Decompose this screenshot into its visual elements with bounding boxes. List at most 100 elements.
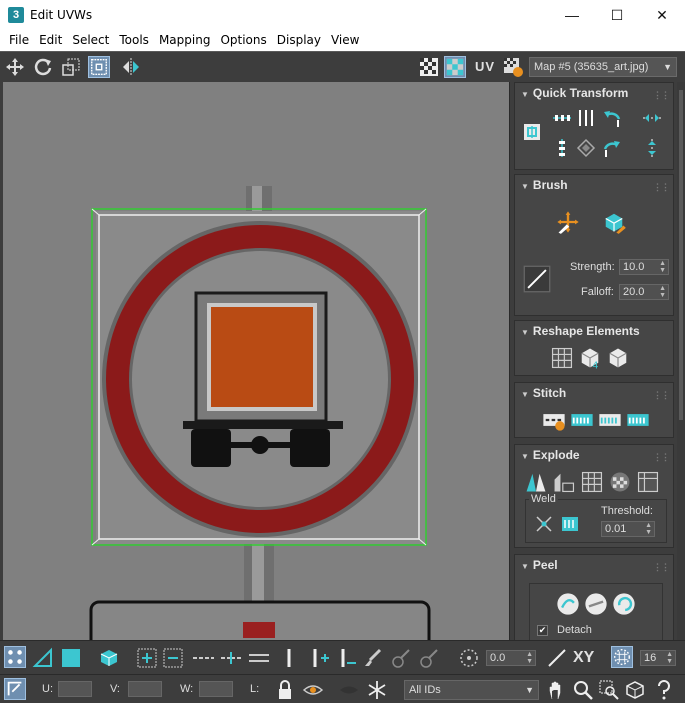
loop-select-icon[interactable] <box>192 647 214 669</box>
peel-header[interactable]: ▼ Peel ⋮⋮ <box>515 555 673 575</box>
weld-target-icon[interactable] <box>559 513 581 535</box>
straighten-selection-icon[interactable] <box>549 345 575 371</box>
show-map-button[interactable] <box>444 56 466 78</box>
minimize-button[interactable]: — <box>549 0 595 30</box>
pan-hand-icon[interactable] <box>546 679 568 701</box>
paint-select-shrink-icon[interactable] <box>418 647 440 669</box>
menu-edit[interactable]: Edit <box>34 30 67 51</box>
w-field[interactable] <box>199 681 233 697</box>
u-field[interactable] <box>58 681 92 697</box>
quick-peel-icon[interactable] <box>555 591 581 617</box>
grid-snap-button[interactable] <box>611 646 633 668</box>
spinner-arrows-icon[interactable]: ▲ ▼ <box>666 651 673 665</box>
falloff-curve-icon[interactable] <box>523 265 551 293</box>
paint-select-grow-icon[interactable] <box>390 647 412 669</box>
relax-icon[interactable]: 4 <box>577 345 603 371</box>
checker-icon[interactable] <box>418 56 440 78</box>
grid-size-spinner[interactable]: 16 ▲ ▼ <box>640 650 676 666</box>
stitch-average-icon[interactable] <box>597 407 623 433</box>
ring-grow-icon[interactable] <box>308 647 330 669</box>
weld-selected-icon[interactable] <box>533 513 555 535</box>
menu-options[interactable]: Options <box>215 30 271 51</box>
threshold-spinner[interactable]: 0.01 ▲ ▼ <box>601 521 655 537</box>
flatten-custom-icon[interactable] <box>635 469 661 495</box>
falloff-spinner[interactable]: 20.0 ▲ ▼ <box>619 284 669 300</box>
side-panel-scroll-thumb[interactable] <box>679 90 683 420</box>
menu-display[interactable]: Display <box>272 30 326 51</box>
rotation-spinner[interactable]: 0.0 ▲ ▼ <box>486 650 536 666</box>
freeform-mode-button[interactable] <box>88 56 110 78</box>
reshape-elements-header[interactable]: ▼ Reshape Elements <box>515 321 673 341</box>
brush-header[interactable]: ▼ Brush ⋮⋮ <box>515 175 673 195</box>
spinner-arrows-icon[interactable]: ▲ ▼ <box>659 285 666 299</box>
ring-shrink-icon[interactable] <box>336 647 358 669</box>
rotate-ccw-icon[interactable] <box>601 107 623 129</box>
relax-brush-icon[interactable] <box>601 209 627 235</box>
explode-header[interactable]: ▼ Explode ⋮⋮ <box>515 445 673 465</box>
peel-reset-icon[interactable] <box>611 591 637 617</box>
paint-move-icon[interactable] <box>555 209 581 235</box>
strength-spinner[interactable]: 10.0 ▲ ▼ <box>619 259 669 275</box>
v-field[interactable] <box>128 681 162 697</box>
material-id-select[interactable]: All IDs ▼ <box>404 680 539 700</box>
align-vertical-icon[interactable] <box>551 137 573 159</box>
lock-icon[interactable] <box>274 679 296 701</box>
stitch-to-source-icon[interactable] <box>625 407 651 433</box>
stitch-custom-icon[interactable] <box>541 407 567 433</box>
detach-checkbox[interactable]: ✔ <box>537 625 548 636</box>
scale-icon[interactable] <box>60 56 82 78</box>
menu-select[interactable]: Select <box>67 30 114 51</box>
stitch-header[interactable]: ▼ Stitch ⋮⋮ <box>515 383 673 403</box>
spinner-arrows-icon[interactable]: ▲ ▼ <box>526 651 533 665</box>
menu-mapping[interactable]: Mapping <box>154 30 216 51</box>
break-icon[interactable] <box>523 469 549 495</box>
move-icon[interactable] <box>4 56 26 78</box>
xy-label[interactable]: XY <box>573 649 594 667</box>
uv-viewport[interactable] <box>3 82 509 640</box>
paint-select-icon[interactable] <box>362 647 384 669</box>
grow-selection-icon[interactable] <box>136 647 158 669</box>
texture-settings-icon[interactable] <box>502 56 524 78</box>
align-center-icon[interactable] <box>521 121 543 143</box>
zoom-icon[interactable] <box>572 679 594 701</box>
mirror-icon[interactable] <box>120 56 142 78</box>
line-tool-icon[interactable] <box>546 647 568 669</box>
shrink-selection-icon[interactable] <box>162 647 184 669</box>
flatten-by-material-icon[interactable] <box>607 469 633 495</box>
distribute-vertical-icon[interactable] <box>641 137 663 159</box>
loop-shrink-icon[interactable] <box>248 647 270 669</box>
align-horizontal-icon[interactable] <box>551 107 573 129</box>
rotate-cw-icon[interactable] <box>601 137 623 159</box>
close-button[interactable]: ✕ <box>639 0 685 30</box>
freeze-eye-icon[interactable] <box>338 679 360 701</box>
spinner-arrows-icon[interactable]: ▲ ▼ <box>645 522 652 536</box>
menu-view[interactable]: View <box>326 30 364 51</box>
loop-grow-icon[interactable] <box>220 647 242 669</box>
quick-transform-header[interactable]: ▼ Quick Transform ⋮⋮ <box>515 83 673 103</box>
menu-file[interactable]: File <box>4 30 34 51</box>
relax-settings-icon[interactable] <box>605 345 631 371</box>
flatten-by-polygon-icon[interactable] <box>551 469 577 495</box>
space-horizontal-icon[interactable] <box>641 107 663 129</box>
zoom-extents-icon[interactable] <box>624 679 646 701</box>
absolute-mode-button[interactable] <box>4 678 26 700</box>
zoom-region-icon[interactable] <box>598 679 620 701</box>
element-mode-icon[interactable] <box>98 647 120 669</box>
straighten-icon[interactable] <box>575 137 597 159</box>
rotate-icon[interactable] <box>32 56 54 78</box>
menu-tools[interactable]: Tools <box>114 30 154 51</box>
ring-select-icon[interactable] <box>278 647 300 669</box>
rotation-snap-icon[interactable] <box>458 647 480 669</box>
peel-mode-icon[interactable] <box>583 591 609 617</box>
spinner-arrows-icon[interactable]: ▲ ▼ <box>659 260 666 274</box>
hide-icon[interactable] <box>302 679 324 701</box>
vertex-mode-button[interactable] <box>4 646 26 668</box>
maximize-button[interactable]: ☐ <box>594 0 640 30</box>
face-mode-icon[interactable] <box>60 647 82 669</box>
map-select[interactable]: Map #5 (35635_art.jpg) ▼ <box>529 57 677 77</box>
stitch-to-target-icon[interactable] <box>569 407 595 433</box>
zoom-selected-icon[interactable] <box>652 679 674 701</box>
flatten-by-smoothing-icon[interactable] <box>579 469 605 495</box>
space-vertical-icon[interactable] <box>575 107 597 129</box>
uv-canvas[interactable] <box>3 82 509 640</box>
